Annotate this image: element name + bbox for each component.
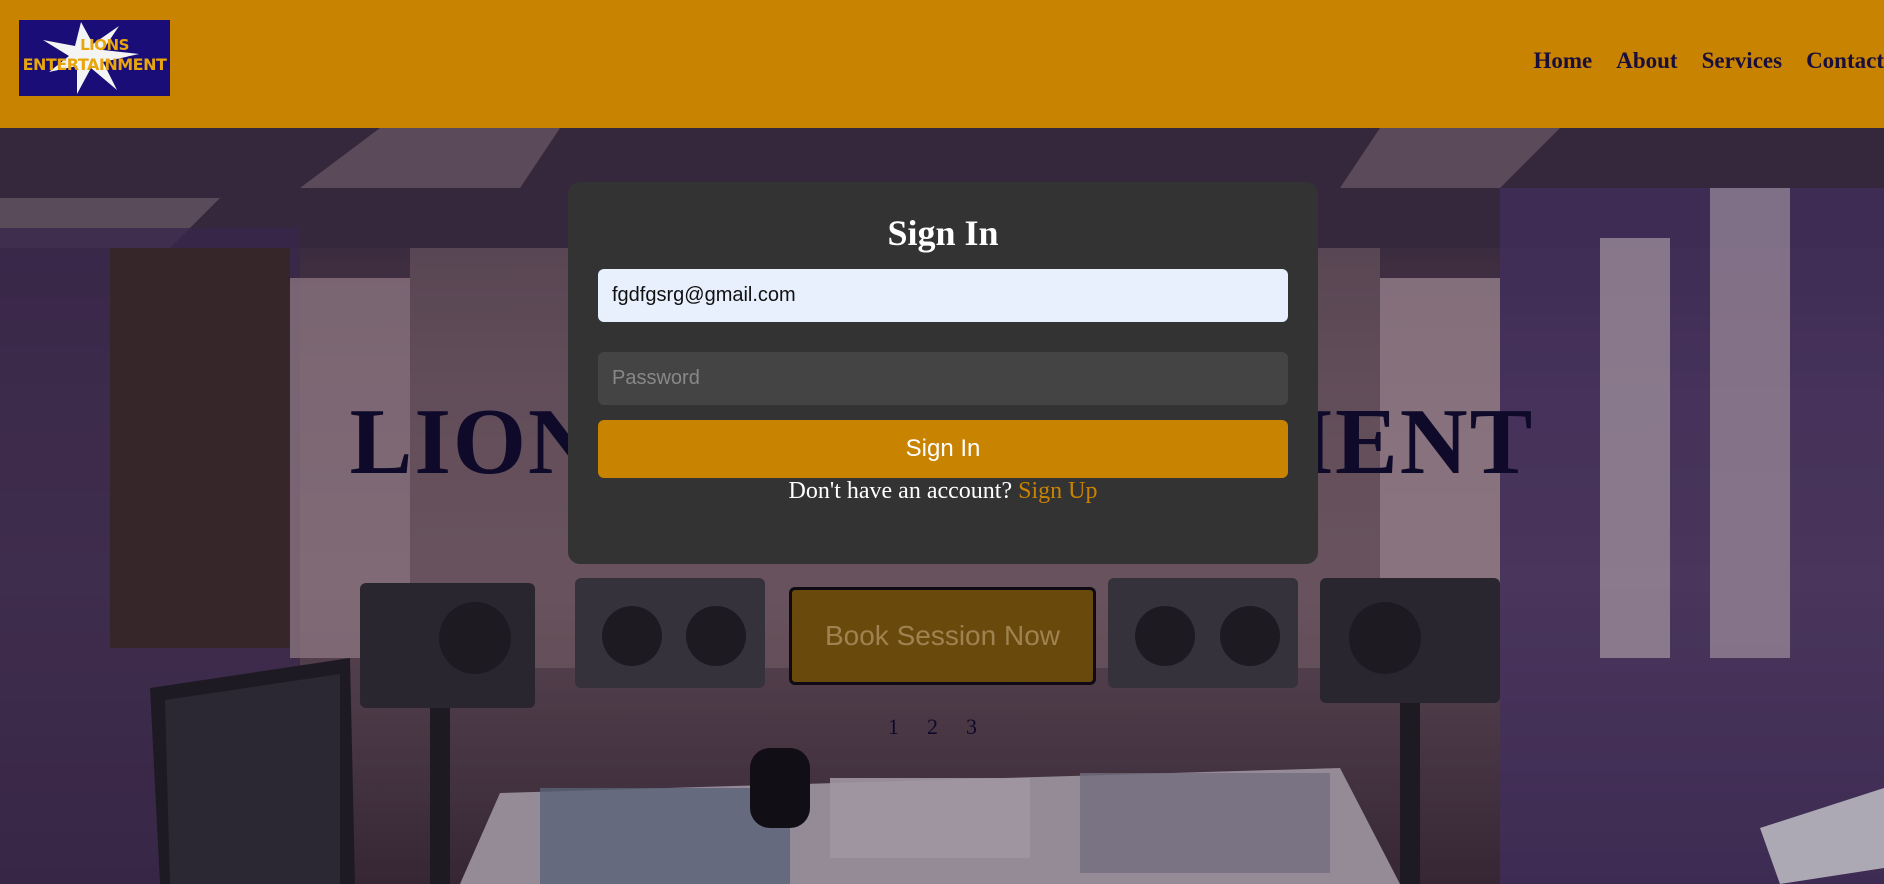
logo-text-top: LIONS <box>80 36 129 54</box>
pager-dot-1[interactable]: 1 <box>888 714 899 740</box>
nav-contact[interactable]: Contact <box>1806 48 1884 74</box>
nav-services[interactable]: Services <box>1702 48 1782 74</box>
modal-title: Sign In <box>887 213 999 253</box>
logo-text-bottom: ENTERTAINMENT <box>22 55 167 74</box>
site-header: LIONS ENTERTAINMENT Home About Services … <box>0 0 1884 128</box>
signup-prompt-row: Don't have an account? Sign Up <box>568 478 1318 505</box>
nav-about[interactable]: About <box>1616 48 1677 74</box>
signup-prompt-text: Don't have an account? <box>788 478 1013 504</box>
pager-dot-2[interactable]: 2 <box>927 714 938 740</box>
signup-link[interactable]: Sign Up <box>1018 478 1097 504</box>
slide-pager: 1 2 3 <box>888 714 977 740</box>
book-session-button[interactable]: Book Session Now <box>789 587 1096 685</box>
pager-dot-3[interactable]: 3 <box>966 714 977 740</box>
signin-button[interactable]: Sign In <box>598 420 1288 478</box>
brand-logo[interactable]: LIONS ENTERTAINMENT <box>19 20 170 96</box>
nav-home[interactable]: Home <box>1533 48 1592 74</box>
email-input[interactable]: fgdfgsrg@gmail.com <box>598 269 1288 322</box>
signin-modal: Sign In fgdfgsrg@gmail.com Password Sign… <box>568 182 1318 564</box>
main-nav: Home About Services Contact <box>1533 48 1884 74</box>
password-input[interactable]: Password <box>598 352 1288 405</box>
